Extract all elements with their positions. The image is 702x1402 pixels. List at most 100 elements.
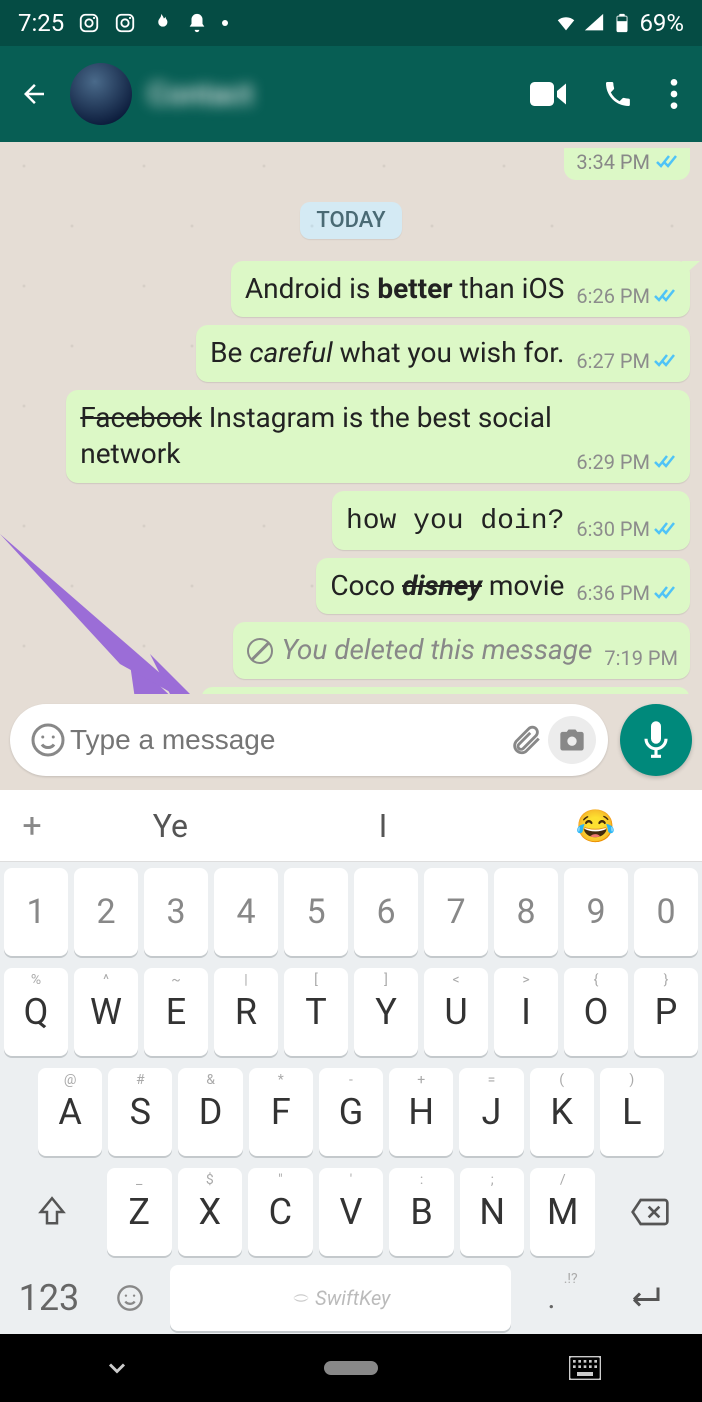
tinder-icon (150, 12, 172, 34)
message-time: 6:29 PM (576, 449, 650, 475)
message-meta: 6:26 PM (576, 283, 678, 309)
key-F[interactable]: *F (249, 1068, 313, 1156)
key-shift[interactable] (4, 1168, 101, 1256)
read-ticks-icon (656, 153, 680, 171)
key-2[interactable]: 2 (74, 868, 138, 956)
voice-record-button[interactable] (620, 704, 692, 776)
key-M[interactable]: /M (530, 1168, 595, 1256)
read-ticks-icon (654, 520, 678, 538)
key-6[interactable]: 6 (354, 868, 418, 956)
key-C[interactable]: "C (248, 1168, 313, 1256)
message-time: 6:27 PM (576, 348, 650, 374)
nav-home-button[interactable] (291, 1361, 411, 1375)
more-menu-button[interactable] (670, 79, 678, 109)
video-call-button[interactable] (530, 80, 566, 108)
key-9[interactable]: 9 (564, 868, 628, 956)
key-I[interactable]: >I (494, 968, 558, 1056)
key-V[interactable]: 'V (319, 1168, 384, 1256)
back-button[interactable] (14, 74, 54, 114)
key-123[interactable]: 123 (8, 1265, 90, 1331)
attach-button[interactable] (504, 718, 548, 762)
chat-area[interactable]: 3:34 PM TODAY Android is better than iOS… (0, 142, 702, 694)
key-B[interactable]: :B (389, 1168, 454, 1256)
key-E[interactable]: ~E (144, 968, 208, 1056)
key-backspace[interactable] (601, 1168, 698, 1256)
read-ticks-icon (654, 352, 678, 370)
message-bubble[interactable]: Be careful what you wish for. 6:27 PM (196, 325, 690, 381)
prohibit-icon (247, 638, 273, 664)
key-Y[interactable]: ]Y (354, 968, 418, 1056)
key-row-numbers: 1234567890 (0, 862, 702, 962)
message-bubble[interactable]: Coco disney movie6:36 PM (316, 558, 690, 614)
message-text: Facebook Instagram is the best social ne… (80, 400, 564, 473)
key-K[interactable]: (K (530, 1068, 594, 1156)
key-row-3: _Z$X"C'V:B;N/M (0, 1162, 702, 1262)
key-4[interactable]: 4 (214, 868, 278, 956)
more-indicator-icon (222, 20, 228, 26)
key-row-2: @A#S&D*F-G+H=J(K)L (0, 1062, 702, 1162)
key-enter[interactable] (592, 1265, 694, 1331)
key-R[interactable]: |R (214, 968, 278, 1056)
message-bubble[interactable]: GUIDINGTECH7:20 PM (201, 687, 690, 694)
key-D[interactable]: &D (178, 1068, 242, 1156)
bell-icon (186, 12, 208, 34)
key-emoji[interactable] (96, 1265, 164, 1331)
key-Q[interactable]: %Q (4, 968, 68, 1056)
suggestion-1[interactable]: Ye (64, 807, 277, 845)
read-ticks-icon (654, 287, 678, 305)
instagram-icon (78, 12, 100, 34)
chat-title-area[interactable]: Contact (148, 77, 514, 112)
key-Z[interactable]: _Z (107, 1168, 172, 1256)
key-period[interactable]: ..!? (517, 1265, 585, 1331)
message-meta: 6:36 PM (576, 580, 678, 606)
key-3[interactable]: 3 (144, 868, 208, 956)
key-H[interactable]: +H (389, 1068, 453, 1156)
key-0[interactable]: 0 (634, 868, 698, 956)
key-P[interactable]: }P (634, 968, 698, 1056)
emoji-button[interactable] (26, 718, 70, 762)
key-W[interactable]: ^W (74, 968, 138, 1056)
key-row-bottom: 123 SwiftKey ..!? (0, 1262, 702, 1334)
voice-call-button[interactable] (602, 78, 634, 110)
key-O[interactable]: {O (564, 968, 628, 1056)
android-nav-bar (0, 1334, 702, 1402)
message-meta: 6:27 PM (576, 348, 678, 374)
battery-percent: 69% (639, 9, 684, 37)
message-text: Be careful what you wish for. (210, 335, 564, 371)
suggestion-3[interactable]: 😂 (489, 807, 702, 845)
key-8[interactable]: 8 (494, 868, 558, 956)
key-N[interactable]: ;N (460, 1168, 525, 1256)
key-S[interactable]: #S (108, 1068, 172, 1156)
message-bubble[interactable]: You deleted this message7:19 PM (233, 622, 690, 678)
message-time: 6:26 PM (576, 283, 650, 309)
wifi-icon (555, 12, 577, 34)
camera-button[interactable] (548, 716, 596, 764)
message-input-bar (0, 694, 702, 790)
avatar[interactable] (70, 63, 132, 125)
key-5[interactable]: 5 (284, 868, 348, 956)
key-G[interactable]: -G (319, 1068, 383, 1156)
key-X[interactable]: $X (178, 1168, 243, 1256)
nav-back-button[interactable] (57, 1354, 177, 1382)
key-T[interactable]: [T (284, 968, 348, 1056)
message-time: 6:36 PM (576, 580, 650, 606)
key-U[interactable]: <U (424, 968, 488, 1056)
suggestion-2[interactable]: I (277, 807, 490, 845)
suggestion-expand-button[interactable]: + (0, 806, 64, 846)
key-J[interactable]: =J (459, 1068, 523, 1156)
key-1[interactable]: 1 (4, 868, 68, 956)
message-input-field-wrap (10, 704, 608, 776)
message-bubble-partial: 3:34 PM (564, 148, 690, 180)
message-bubble[interactable]: Facebook Instagram is the best social ne… (66, 390, 690, 483)
nav-keyboard-switch-button[interactable] (525, 1356, 645, 1380)
key-space[interactable]: SwiftKey (170, 1265, 511, 1331)
status-left: 7:25 (18, 9, 228, 37)
key-A[interactable]: @A (38, 1068, 102, 1156)
message-bubble[interactable]: Android is better than iOS6:26 PM (231, 261, 690, 317)
message-bubble[interactable]: how you doin?6:30 PM (332, 491, 690, 550)
status-bar: 7:25 69% (0, 0, 702, 46)
key-7[interactable]: 7 (424, 868, 488, 956)
instagram-icon (114, 12, 136, 34)
message-input[interactable] (70, 724, 504, 756)
key-L[interactable]: )L (600, 1068, 664, 1156)
